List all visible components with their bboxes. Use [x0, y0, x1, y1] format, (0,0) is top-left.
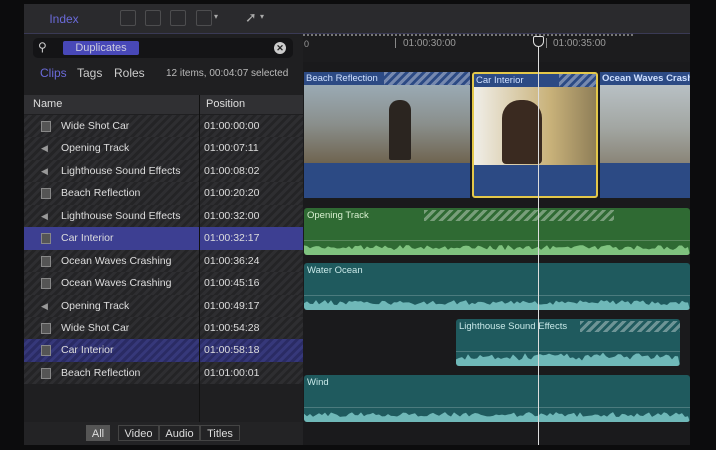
clip-thumbnail — [600, 85, 690, 163]
clip-name: Lighthouse Sound Effects — [61, 165, 180, 177]
film-icon — [41, 323, 51, 334]
clip-name: Car Interior — [61, 344, 114, 356]
filter-all[interactable]: All — [86, 425, 110, 441]
clip-name: Beach Reflection — [61, 367, 140, 379]
video-clip[interactable]: Beach Reflection — [304, 72, 470, 198]
clip-position: 01:01:00:01 — [204, 367, 259, 379]
ruler-label: 01:00:30:00 — [403, 38, 456, 49]
clip-list: Wide Shot Car 01:00:00:00 ◀ Opening Track 01… — [24, 115, 303, 384]
film-icon — [41, 345, 51, 356]
waveform — [456, 350, 680, 366]
select-tool-icon[interactable]: ➚ — [245, 9, 257, 26]
clip-label: Ocean Waves Crash — [600, 72, 690, 85]
clip-position: 01:00:08:02 — [204, 165, 259, 177]
clip-label: Opening Track — [307, 210, 369, 221]
list-item[interactable]: Car Interior 01:00:32:17 — [24, 227, 303, 249]
tab-clips[interactable]: Clips — [40, 66, 67, 80]
video-clip-selected[interactable]: Car Interior — [472, 72, 598, 198]
speaker-icon: ◀ — [41, 166, 51, 177]
audio-clip[interactable]: Opening Track — [304, 208, 690, 255]
clip-label: Wind — [307, 377, 329, 388]
list-item[interactable]: ◀ Opening Track 01:00:07:11 — [24, 137, 303, 159]
filter-titles[interactable]: Titles — [200, 425, 240, 441]
clip-name: Opening Track — [61, 142, 129, 154]
column-divider[interactable] — [199, 95, 200, 422]
column-position[interactable]: Position — [206, 98, 245, 110]
clip-name: Opening Track — [61, 300, 129, 312]
list-item[interactable]: Ocean Waves Crashing 01:00:45:16 — [24, 272, 303, 294]
index-button[interactable]: Index — [24, 4, 104, 34]
connect-clip-icon[interactable] — [170, 10, 186, 26]
audio-clip[interactable]: Lighthouse Sound Effects — [456, 319, 680, 366]
waveform — [304, 294, 690, 310]
clip-position: 01:00:20:20 — [204, 187, 259, 199]
clip-position: 01:00:58:18 — [204, 344, 259, 356]
filter-video[interactable]: Video — [118, 425, 159, 441]
chevron-down-icon[interactable]: ▾ — [260, 12, 264, 21]
clip-name: Wide Shot Car — [61, 120, 129, 132]
list-item[interactable]: Wide Shot Car 01:00:00:00 — [24, 115, 303, 137]
filter-audio[interactable]: Audio — [159, 425, 200, 441]
clip-position: 01:00:45:16 — [204, 277, 259, 289]
list-item[interactable]: Car Interior 01:00:58:18 — [24, 339, 303, 361]
clip-position: 01:00:07:11 — [204, 142, 259, 154]
selection-summary: 12 items, 00:04:07 selected — [166, 68, 288, 79]
list-item[interactable]: Beach Reflection 01:01:00:01 — [24, 362, 303, 384]
list-item[interactable]: ◀ Lighthouse Sound Effects 01:00:08:02 — [24, 160, 303, 182]
clip-thumbnail — [304, 85, 470, 163]
waveform — [304, 239, 690, 255]
clip-position: 01:00:54:28 — [204, 322, 259, 334]
film-icon — [41, 188, 51, 199]
tab-roles[interactable]: Roles — [114, 66, 145, 80]
clip-label: Lighthouse Sound Effects — [459, 321, 567, 332]
playhead-handle-icon[interactable] — [533, 36, 544, 47]
overwrite-clip-icon[interactable] — [196, 10, 212, 26]
speaker-icon: ◀ — [41, 211, 51, 222]
film-icon — [41, 256, 51, 267]
column-name[interactable]: Name — [33, 98, 62, 110]
clip-position: 01:00:00:00 — [204, 120, 259, 132]
search-token[interactable]: Duplicates — [63, 41, 139, 55]
playhead[interactable] — [538, 38, 539, 445]
clip-name: Ocean Waves Crashing — [61, 255, 172, 267]
film-icon — [41, 278, 51, 289]
clip-label: Water Ocean — [307, 265, 363, 276]
waveform — [304, 406, 690, 422]
list-item[interactable]: Beach Reflection 01:00:20:20 — [24, 182, 303, 204]
clip-name: Wide Shot Car — [61, 322, 129, 334]
list-item[interactable]: Ocean Waves Crashing 01:00:36:24 — [24, 250, 303, 272]
clip-name: Car Interior — [61, 232, 114, 244]
search-icon[interactable]: ⚲ — [38, 40, 47, 54]
list-item[interactable]: ◀ Opening Track 01:00:49:17 — [24, 295, 303, 317]
clip-position: 01:00:32:17 — [204, 232, 259, 244]
clip-position: 01:00:36:24 — [204, 255, 259, 267]
clip-position: 01:00:49:17 — [204, 300, 259, 312]
audio-clip[interactable]: Water Ocean — [304, 263, 690, 310]
speaker-icon: ◀ — [41, 301, 51, 312]
ruler-label: 01:00:35:00 — [553, 38, 606, 49]
speaker-icon: ◀ — [41, 143, 51, 154]
film-icon — [41, 121, 51, 132]
clip-position: 01:00:32:00 — [204, 210, 259, 222]
clip-name: Ocean Waves Crashing — [61, 277, 172, 289]
video-clip[interactable]: Ocean Waves Crash — [600, 72, 690, 198]
list-item[interactable]: Wide Shot Car 01:00:54:28 — [24, 317, 303, 339]
clip-name: Beach Reflection — [61, 187, 140, 199]
film-icon — [41, 233, 51, 244]
column-header: Name Position — [24, 95, 303, 114]
audio-clip[interactable]: Wind — [304, 375, 690, 422]
list-item[interactable]: ◀ Lighthouse Sound Effects 01:00:32:00 — [24, 205, 303, 227]
clip-name: Lighthouse Sound Effects — [61, 210, 180, 222]
tab-tags[interactable]: Tags — [77, 66, 102, 80]
timeline-ruler[interactable]: 0 01:00:30:00 01:00:35:00 — [303, 34, 690, 62]
ruler-label: 0 — [304, 39, 309, 49]
film-icon — [41, 368, 51, 379]
chevron-down-icon[interactable]: ▾ — [214, 12, 218, 21]
append-clip-icon[interactable] — [120, 10, 136, 26]
clear-search-icon[interactable]: ✕ — [274, 42, 286, 54]
insert-clip-icon[interactable] — [145, 10, 161, 26]
